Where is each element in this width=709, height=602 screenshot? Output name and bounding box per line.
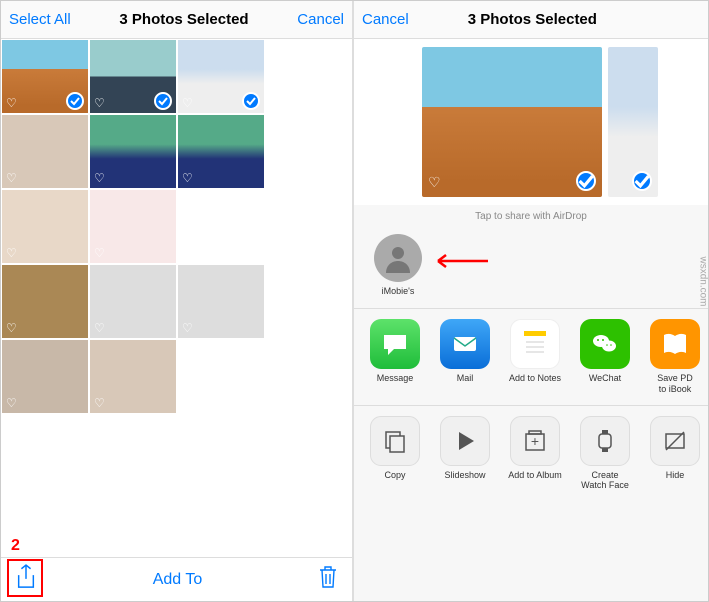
photo-thumbnail[interactable]: ♡ (177, 39, 265, 114)
app-icon (580, 319, 630, 369)
action-label: Slideshow (432, 470, 498, 481)
delete-button[interactable] (318, 565, 338, 594)
app-label: Message (362, 373, 428, 384)
favorite-icon: ♡ (94, 171, 105, 185)
photo-thumbnail[interactable]: ♡ (89, 39, 177, 114)
trash-icon (318, 565, 338, 589)
photo-thumbnail[interactable]: ♡ (1, 39, 89, 114)
person-icon (383, 243, 413, 273)
photo-thumbnail[interactable]: ♡ (1, 264, 89, 339)
action-label: Copy (362, 470, 428, 481)
airdrop-row: iMobie's (354, 228, 708, 309)
annotation-arrow (430, 249, 490, 273)
add-to-button[interactable]: Add To (153, 571, 203, 589)
airdrop-contact[interactable]: iMobie's (366, 234, 430, 296)
app-label: WeChat (572, 373, 638, 384)
preview-photo[interactable]: ♡ (422, 47, 602, 197)
favorite-icon: ♡ (94, 246, 105, 260)
selected-check-icon (632, 171, 652, 191)
photo-thumbnail[interactable]: ♡ (1, 339, 89, 414)
favorite-icon: ♡ (94, 396, 105, 410)
favorite-icon: ♡ (6, 171, 17, 185)
action-label: Hide (642, 470, 708, 481)
airdrop-hint: Tap to share with AirDrop (354, 205, 708, 228)
favorite-icon: ♡ (6, 321, 17, 335)
photo-thumbnail[interactable]: ♡ (89, 114, 177, 189)
contact-name: iMobie's (366, 286, 430, 296)
favorite-icon: ♡ (182, 171, 193, 185)
share-app-save-pd-to-ibook[interactable]: Save PDto iBook (642, 319, 708, 395)
favorite-icon: ♡ (6, 396, 17, 410)
app-label: Mail (432, 373, 498, 384)
hide-icon (650, 416, 700, 466)
share-app-message[interactable]: Message (362, 319, 428, 395)
cancel-button[interactable]: Cancel (362, 11, 409, 28)
share-app-mail[interactable]: Mail (432, 319, 498, 395)
favorite-icon: ♡ (6, 246, 17, 260)
selected-check-icon (242, 92, 260, 110)
photo-thumbnail[interactable]: ♡ (1, 114, 89, 189)
avatar (374, 234, 422, 282)
photo-thumbnail[interactable]: ♡ (89, 339, 177, 414)
navbar: Cancel 3 Photos Selected (354, 1, 708, 39)
watermark: wsxdn.com (698, 256, 709, 306)
select-all-button[interactable]: Select All (9, 11, 71, 28)
nav-title: 3 Photos Selected (119, 11, 248, 28)
svg-text:+: + (531, 433, 539, 449)
photos-selection-screen: Select All 3 Photos Selected Cancel 1 ♡♡… (1, 1, 354, 601)
photo-thumbnail[interactable]: ♡ (177, 264, 265, 339)
app-icon (510, 319, 560, 369)
action-watch[interactable]: CreateWatch Face (572, 416, 638, 492)
action-row[interactable]: Copy Slideshow + Add to Album CreateWatch Fa… (354, 405, 708, 502)
action-album[interactable]: + Add to Album (502, 416, 568, 492)
app-label: Save PDto iBook (642, 373, 708, 395)
photo-grid: ♡ ♡ ♡ ♡ ♡ ♡ ♡ ♡ ♡ ♡ ♡ ♡ ♡ (1, 39, 352, 414)
favorite-icon: ♡ (94, 321, 105, 335)
share-app-wechat[interactable]: WeChat (572, 319, 638, 395)
photo-thumbnail[interactable]: ♡ (89, 264, 177, 339)
photo-thumbnail[interactable]: ♡ (1, 189, 89, 264)
app-label: Add to Notes (502, 373, 568, 384)
action-play[interactable]: Slideshow (432, 416, 498, 492)
app-icon (440, 319, 490, 369)
preview-photo[interactable] (608, 47, 658, 197)
share-app-add-to-notes[interactable]: Add to Notes (502, 319, 568, 395)
favorite-icon: ♡ (94, 96, 105, 110)
watch-icon (580, 416, 630, 466)
photo-thumbnail[interactable]: ♡ (89, 189, 177, 264)
nav-title: 3 Photos Selected (468, 11, 597, 28)
app-icon (650, 319, 700, 369)
photo-thumbnail[interactable]: ♡ (177, 114, 265, 189)
action-label: CreateWatch Face (572, 470, 638, 492)
selected-check-icon (576, 171, 596, 191)
preview-row[interactable]: ♡ (354, 39, 708, 205)
action-copy[interactable]: Copy (362, 416, 428, 492)
favorite-icon: ♡ (182, 321, 193, 335)
action-label: Add to Album (502, 470, 568, 481)
favorite-icon: ♡ (428, 174, 441, 191)
app-share-row[interactable]: Message Mail Add to Notes WeChat Save PDto i… (354, 309, 708, 405)
annotation-box-share (7, 559, 43, 597)
annotation-2: 2 (11, 537, 20, 555)
action-hide[interactable]: Hide (642, 416, 708, 492)
album-icon: + (510, 416, 560, 466)
favorite-icon: ♡ (6, 96, 17, 110)
selected-check-icon (154, 92, 172, 110)
share-sheet-screen: Cancel 3 Photos Selected ♡ Tap to share … (354, 1, 708, 601)
cancel-button[interactable]: Cancel (297, 11, 344, 28)
play-icon (440, 416, 490, 466)
copy-icon (370, 416, 420, 466)
favorite-icon: ♡ (182, 96, 193, 110)
selected-check-icon (66, 92, 84, 110)
app-icon (370, 319, 420, 369)
bottom-toolbar: Add To (1, 557, 352, 601)
navbar: Select All 3 Photos Selected Cancel (1, 1, 352, 39)
